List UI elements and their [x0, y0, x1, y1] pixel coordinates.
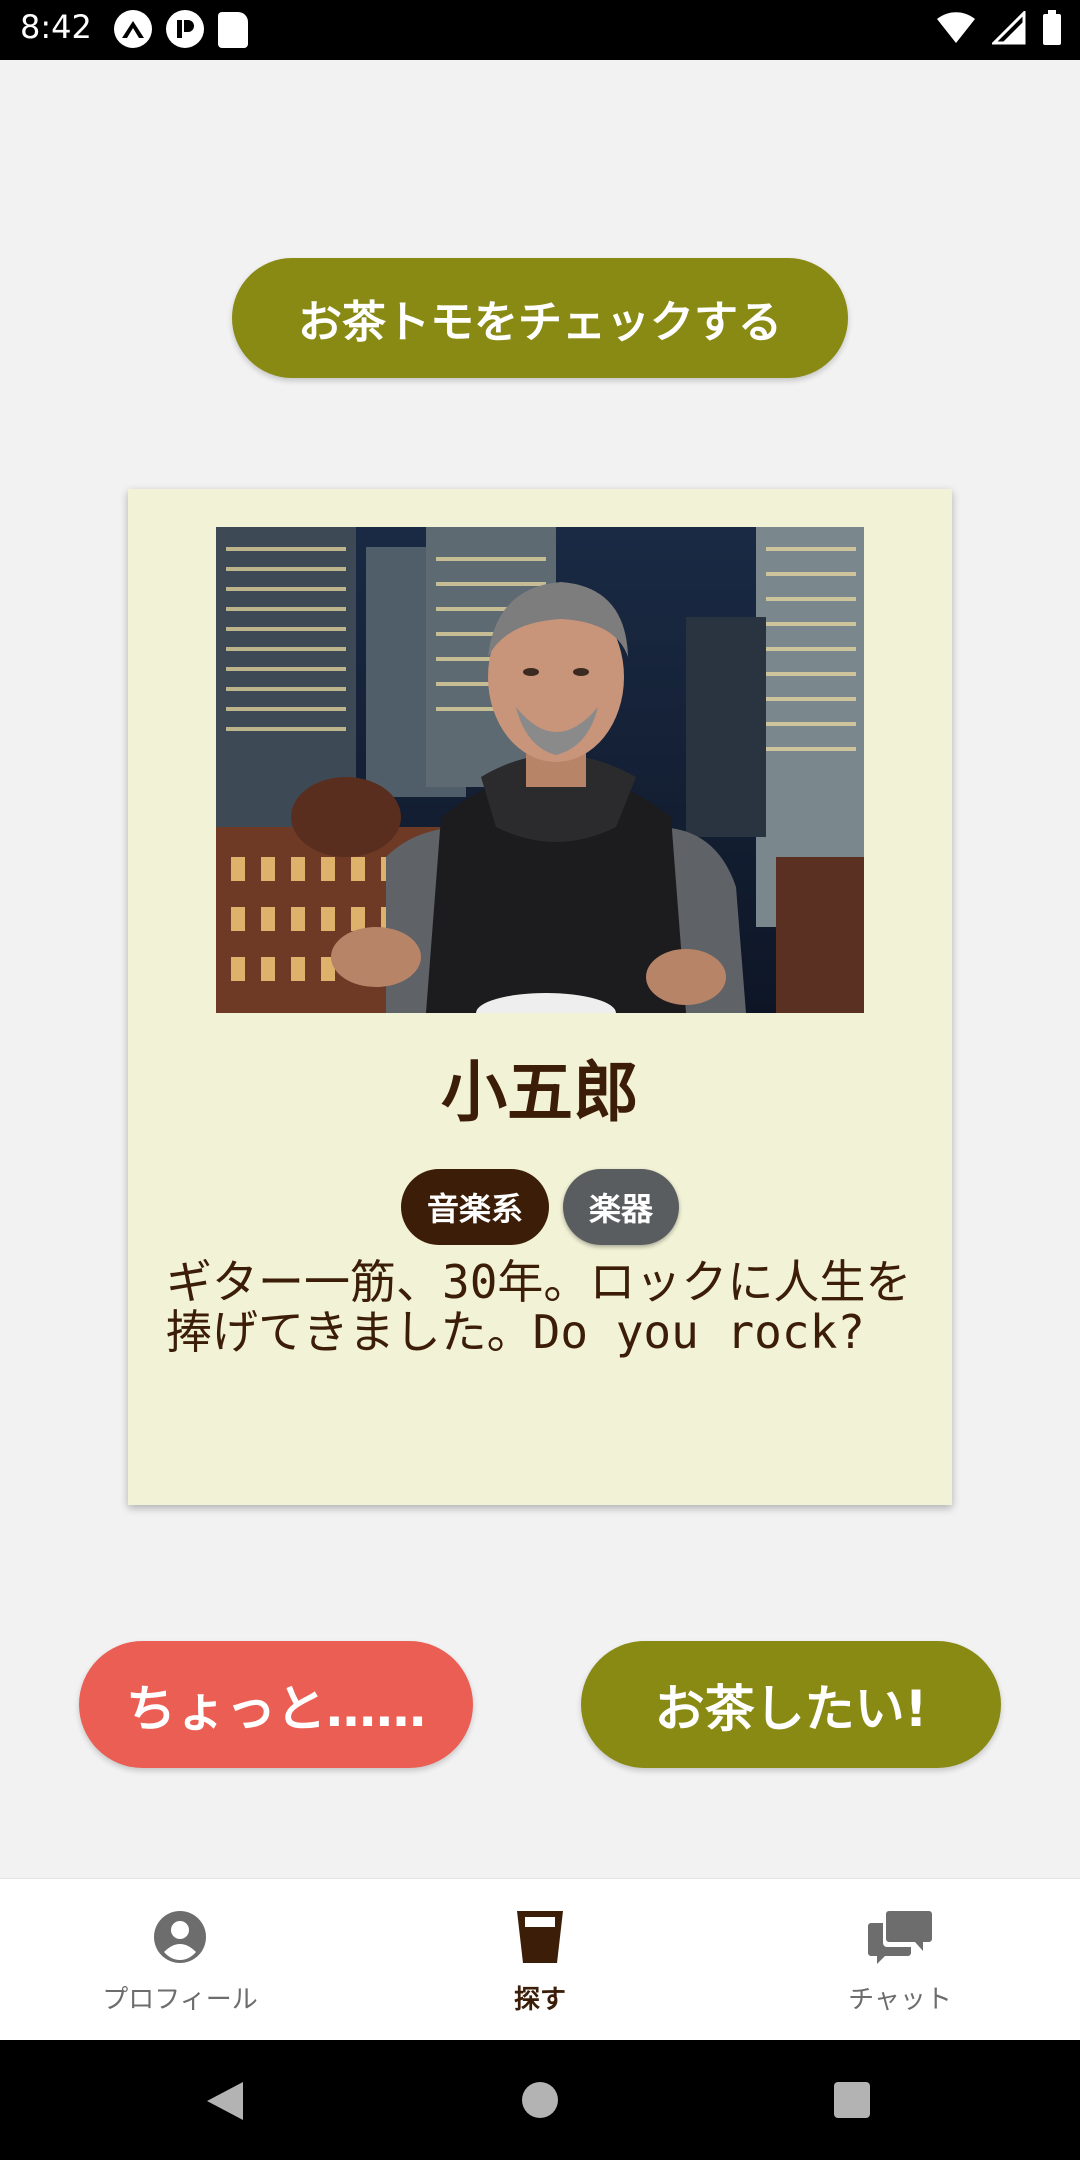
wifi-icon: [937, 12, 975, 44]
profile-name: 小五郎: [441, 1054, 639, 1131]
battery-icon: [1043, 10, 1061, 45]
chat-icon: [867, 1907, 933, 1967]
signal-icon: [992, 11, 1026, 45]
decline-button[interactable]: ちょっと……: [79, 1641, 473, 1768]
a-notification-icon: [114, 10, 152, 48]
nav-item-search[interactable]: 探す: [360, 1879, 720, 2041]
recent-apps-icon[interactable]: [834, 2082, 870, 2118]
cup-icon: [515, 1907, 565, 1967]
profile-card: 小五郎 音楽系 楽器 ギター一筋、30年。ロックに人生を捧げてきました。Do y…: [128, 489, 952, 1505]
tag-instrument: 楽器: [563, 1169, 680, 1245]
system-navigation-bar: [0, 2040, 1080, 2160]
sd-card-icon: [218, 12, 248, 48]
back-icon[interactable]: [205, 2080, 245, 2122]
nav-label-search: 探す: [513, 1985, 566, 2015]
notification-icons: [114, 10, 248, 48]
nav-label-chat: チャット: [848, 1985, 952, 2015]
nav-item-chat[interactable]: チャット: [720, 1879, 1080, 2041]
system-status-icons: [936, 10, 1062, 46]
home-icon[interactable]: [522, 2082, 558, 2118]
p-notification-icon: [166, 10, 204, 48]
status-bar: 8:42: [0, 0, 1080, 60]
bottom-navigation: プロフィール 探す チャット: [0, 1878, 1080, 2040]
person-icon: [153, 1907, 207, 1967]
interest-tags: 音楽系 楽器: [128, 1169, 952, 1245]
nav-label-profile: プロフィール: [102, 1985, 258, 2015]
nav-item-profile[interactable]: プロフィール: [0, 1879, 360, 2041]
profile-bio: ギター一筋、30年。ロックに人生を捧げてきました。Do you rock?: [166, 1255, 912, 1359]
tag-music: 音楽系: [400, 1169, 549, 1245]
profile-photo: [216, 527, 864, 1013]
status-time: 8:42: [20, 8, 92, 46]
accept-button[interactable]: お茶したい!: [581, 1641, 1001, 1768]
check-tea-friends-button[interactable]: お茶トモをチェックする: [232, 258, 848, 378]
